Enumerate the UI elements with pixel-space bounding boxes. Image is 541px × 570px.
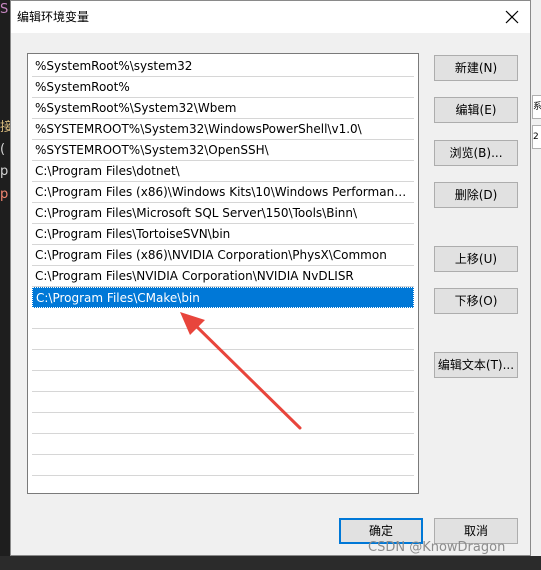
annotation-arrow-icon	[180, 312, 302, 430]
watermark: CSDN @KnowDragon	[368, 540, 506, 555]
